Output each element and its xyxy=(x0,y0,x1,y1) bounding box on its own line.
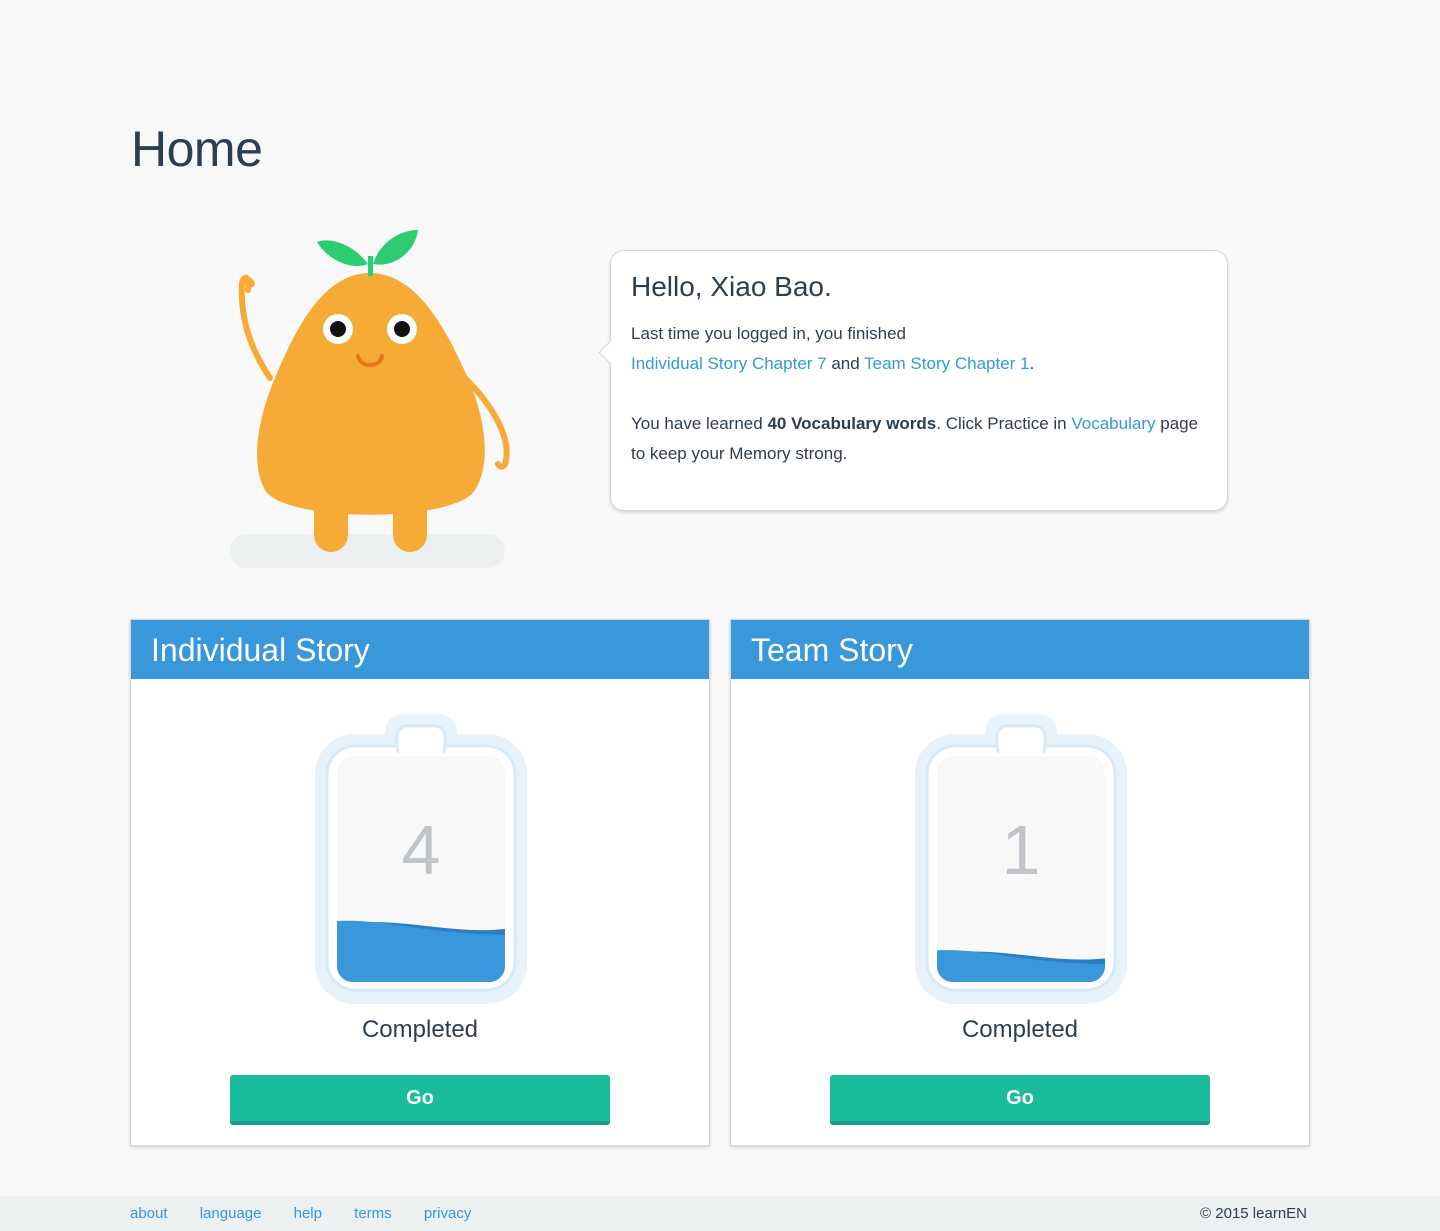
individual-story-link[interactable]: Individual Story Chapter 7 xyxy=(631,354,827,373)
learned-mid: . Click Practice in xyxy=(936,414,1067,433)
footer: about language help terms privacy © 2015… xyxy=(0,1196,1440,1231)
last-login-label: Last time you logged in, you finished xyxy=(631,324,907,343)
footer-link-terms[interactable]: terms xyxy=(354,1205,392,1222)
battery-progress: 1 xyxy=(915,714,1127,1004)
battery-progress: 4 xyxy=(315,714,527,1004)
footer-link-about[interactable]: about xyxy=(130,1205,168,1222)
vocabulary-count: 40 Vocabulary words xyxy=(767,414,937,433)
last-login-text: Last time you logged in, you finished In… xyxy=(631,319,1207,379)
go-button-individual[interactable]: Go xyxy=(230,1075,610,1125)
copyright: © 2015 learnEN xyxy=(1200,1205,1307,1222)
completed-label: Completed xyxy=(361,1016,479,1043)
vocabulary-link[interactable]: Vocabulary xyxy=(1071,414,1155,433)
learned-prefix: You have learned xyxy=(631,414,763,433)
individual-story-card: Individual Story 4 Completed Go xyxy=(130,619,710,1146)
greeting-heading: Hello, Xiao Bao. xyxy=(631,271,832,302)
period-text: . xyxy=(1029,354,1035,373)
footer-link-privacy[interactable]: privacy xyxy=(424,1205,472,1222)
orange-mascot-icon xyxy=(230,230,510,568)
card-title: Individual Story xyxy=(131,620,709,679)
completed-label: Completed xyxy=(961,1016,1079,1043)
team-story-card: Team Story 1 Completed Go xyxy=(730,619,1310,1146)
go-button-team[interactable]: Go xyxy=(830,1075,1210,1125)
greeting-bubble: Hello, Xiao Bao. Last time you logged in… xyxy=(598,250,1228,511)
bubble-tail xyxy=(598,340,623,365)
page-title: Home xyxy=(131,121,263,177)
card-title: Team Story xyxy=(731,620,1309,679)
footer-links: about language help terms privacy xyxy=(130,1205,499,1222)
completed-count: 4 xyxy=(401,811,441,889)
footer-link-help[interactable]: help xyxy=(294,1205,322,1222)
footer-link-language[interactable]: language xyxy=(200,1205,262,1222)
vocabulary-text: You have learned 40 Vocabulary words. Cl… xyxy=(631,409,1207,469)
completed-count: 1 xyxy=(1001,811,1041,889)
team-story-link[interactable]: Team Story Chapter 1 xyxy=(864,354,1029,373)
and-text: and xyxy=(831,354,860,373)
